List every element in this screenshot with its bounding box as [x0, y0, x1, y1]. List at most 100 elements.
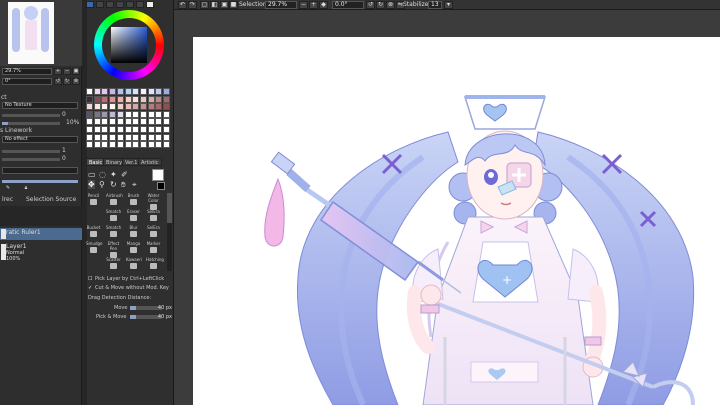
- zoom-in-icon[interactable]: +: [54, 68, 62, 75]
- zoom-in-icon[interactable]: +: [309, 1, 318, 9]
- color-swatch[interactable]: [147, 103, 155, 111]
- rotate-left-icon[interactable]: ↺: [54, 78, 62, 85]
- color-swatch[interactable]: [147, 118, 155, 126]
- color-swatch[interactable]: [132, 141, 140, 149]
- color-mode-icon[interactable]: [146, 1, 154, 8]
- angle-field[interactable]: 0.0°: [332, 1, 364, 9]
- tool-manga[interactable]: Manga: [126, 241, 141, 255]
- tool-effect-pen[interactable]: Effect Pen: [106, 241, 121, 258]
- color-swatch[interactable]: [132, 133, 140, 141]
- color-swatch[interactable]: [163, 88, 170, 95]
- linework-slider-2[interactable]: [2, 158, 60, 161]
- linework-dropdown[interactable]: No effect: [2, 136, 78, 143]
- undo-icon[interactable]: ↶: [178, 1, 187, 9]
- color-swatch[interactable]: [116, 126, 124, 133]
- color-swatch[interactable]: [132, 103, 140, 111]
- color-swatch[interactable]: [116, 141, 124, 149]
- color-swatch[interactable]: [163, 133, 170, 141]
- color-swatch[interactable]: [132, 110, 140, 118]
- rect-select-icon[interactable]: ▭: [88, 170, 96, 179]
- color-swatch[interactable]: [86, 126, 93, 133]
- color-swatch[interactable]: [163, 110, 170, 118]
- tool-pencil[interactable]: Pencil: [86, 193, 101, 207]
- color-swatch[interactable]: [86, 133, 93, 141]
- hsv-tab-icon[interactable]: [106, 1, 114, 8]
- color-swatch[interactable]: [147, 88, 155, 95]
- color-swatch[interactable]: [109, 141, 117, 149]
- color-swatch[interactable]: [147, 141, 155, 149]
- texture-dropdown[interactable]: No Texture: [2, 102, 78, 109]
- rotate-right-icon[interactable]: ↻: [376, 1, 385, 9]
- color-swatch[interactable]: [124, 126, 132, 133]
- canvas-paper[interactable]: +: [193, 37, 720, 405]
- color-swatch[interactable]: [163, 126, 170, 133]
- color-swatch[interactable]: [93, 126, 101, 133]
- zoom-icon[interactable]: ⚲: [99, 180, 105, 189]
- color-swatch[interactable]: [101, 118, 109, 126]
- hand-icon[interactable]: ✋︎: [121, 180, 126, 190]
- tool-bucket[interactable]: Bucket: [86, 225, 101, 239]
- color-swatch[interactable]: [139, 126, 147, 133]
- color-swatch[interactable]: [147, 95, 155, 103]
- deselect-icon[interactable]: ▢: [200, 1, 209, 9]
- navigator-thumbnail[interactable]: [8, 2, 54, 64]
- color-swatch[interactable]: [101, 88, 109, 95]
- color-swatch[interactable]: [139, 88, 147, 95]
- color-swatches[interactable]: [86, 88, 172, 152]
- intermediate-color-tab-icon[interactable]: [116, 1, 124, 8]
- color-swatch[interactable]: [124, 110, 132, 118]
- color-swatch[interactable]: [101, 126, 109, 133]
- zoom-out-icon[interactable]: −: [63, 68, 71, 75]
- select-pen-icon[interactable]: ✐: [121, 170, 128, 179]
- lasso-icon[interactable]: ◌: [99, 170, 106, 179]
- brush-icon[interactable]: ✎: [4, 186, 12, 193]
- color-swatch[interactable]: [86, 103, 93, 111]
- rotate-right-icon[interactable]: ↻: [63, 78, 71, 85]
- tab-artistic[interactable]: Artistic: [138, 158, 162, 166]
- tool-selera[interactable]: SelEra: [146, 209, 161, 223]
- linework-slider-1[interactable]: [2, 150, 60, 153]
- rgb-tab-icon[interactable]: [96, 1, 104, 8]
- secondary-color-icon[interactable]: [157, 182, 165, 190]
- color-swatch[interactable]: [155, 118, 163, 126]
- color-swatch[interactable]: [124, 95, 132, 103]
- color-swatch[interactable]: [101, 133, 109, 141]
- color-swatch[interactable]: [109, 110, 117, 118]
- swatch-tab-icon[interactable]: [136, 1, 144, 8]
- invert-selection-icon[interactable]: ◧: [210, 1, 219, 9]
- stabilizer-field[interactable]: 13: [428, 1, 442, 9]
- tool-hatching[interactable]: Hatching: [146, 257, 164, 271]
- saturation-value-square[interactable]: [111, 27, 147, 63]
- tool-empty[interactable]: [86, 257, 101, 271]
- tool-kawaeri[interactable]: Kawaeri: [126, 257, 142, 271]
- layer-item[interactable]: ratic Ruler1: [0, 228, 82, 240]
- zoom-fit-icon[interactable]: ▣: [72, 68, 80, 75]
- color-swatch[interactable]: [109, 88, 117, 95]
- eyedropper-icon[interactable]: ⌖: [132, 180, 137, 190]
- color-swatch[interactable]: [109, 133, 117, 141]
- color-swatch[interactable]: [147, 126, 155, 133]
- cut-move-checkbox[interactable]: ✓: [88, 284, 92, 292]
- color-swatch[interactable]: [132, 95, 140, 103]
- navigator-zoom-field[interactable]: 29.7%: [2, 68, 52, 75]
- color-swatch[interactable]: [109, 103, 117, 111]
- color-swatch[interactable]: [124, 118, 132, 126]
- tool-airbrush[interactable]: Airbrush: [106, 193, 123, 207]
- color-swatch[interactable]: [132, 118, 140, 126]
- color-swatch[interactable]: [147, 110, 155, 118]
- color-swatch[interactable]: [101, 141, 109, 149]
- color-swatch[interactable]: [116, 88, 124, 95]
- layer-item[interactable]: Layer1 Normal 100%: [0, 242, 82, 264]
- zoom-out-icon[interactable]: −: [299, 1, 308, 9]
- rotate-left-icon[interactable]: ↺: [366, 1, 375, 9]
- tool-eraser[interactable]: Eraser: [126, 209, 141, 223]
- color-swatch[interactable]: [124, 88, 132, 95]
- color-swatch[interactable]: [155, 103, 163, 111]
- color-swatch[interactable]: [163, 118, 170, 126]
- color-swatch[interactable]: [93, 95, 101, 103]
- canvas-area[interactable]: +: [174, 10, 720, 405]
- color-swatch[interactable]: [116, 95, 124, 103]
- color-swatch[interactable]: [93, 133, 101, 141]
- color-swatch[interactable]: [155, 95, 163, 103]
- color-swatch[interactable]: [163, 141, 170, 149]
